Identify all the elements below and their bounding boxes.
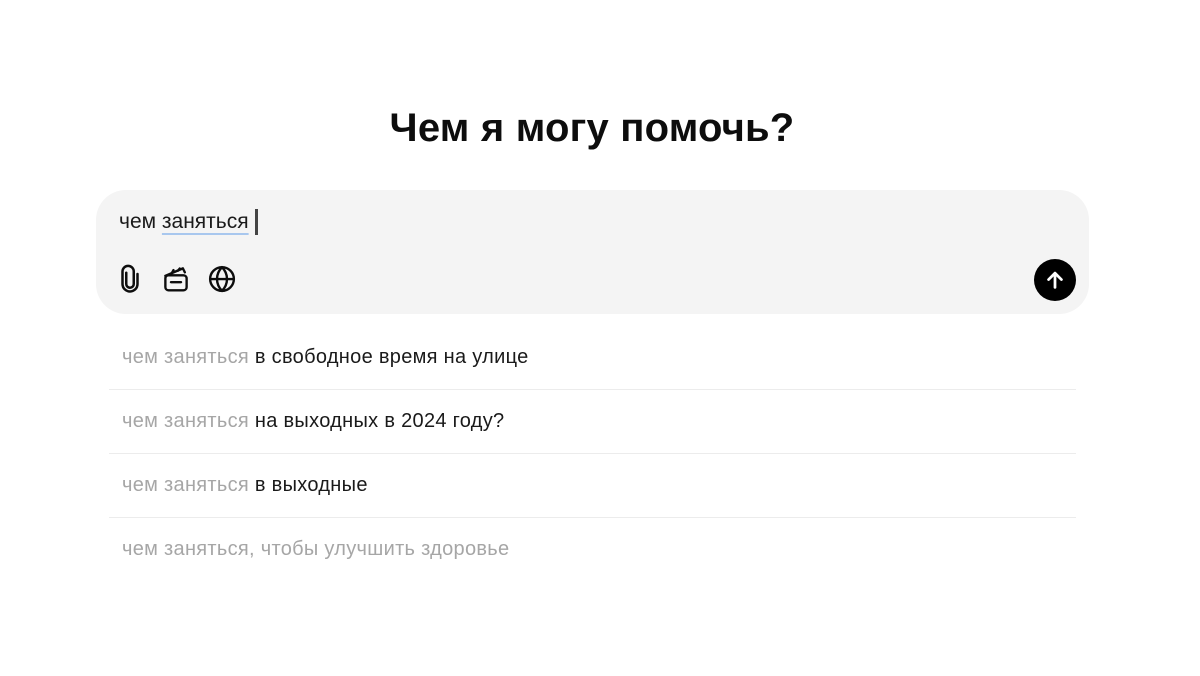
suggestion-item[interactable]: чем заняться в свободное время на улице bbox=[109, 326, 1076, 390]
suggestion-completion: в выходные bbox=[249, 474, 368, 496]
suggestion-item[interactable]: чем заняться, чтобы улучшить здоровье bbox=[109, 518, 1076, 581]
prompt-input[interactable]: чем заняться bbox=[119, 207, 258, 237]
globe-icon bbox=[208, 265, 236, 293]
tools-button[interactable] bbox=[160, 263, 192, 295]
text-caret bbox=[254, 209, 258, 235]
page-title: Чем я могу помочь? bbox=[389, 106, 795, 150]
arrow-up-icon bbox=[1047, 271, 1063, 289]
web-search-button[interactable] bbox=[206, 263, 238, 295]
suggestion-list: чем заняться в свободное время на улице … bbox=[109, 326, 1076, 581]
suggestion-prefix: чем заняться bbox=[122, 474, 250, 496]
prompt-text-word: чем bbox=[119, 210, 162, 233]
suggestion-completion: чем заняться, чтобы улучшить здоровье bbox=[122, 538, 510, 560]
composer[interactable]: чем заняться bbox=[96, 190, 1089, 314]
suggestion-completion: в свободное время на улице bbox=[249, 346, 529, 368]
clapperboard-icon bbox=[164, 267, 188, 292]
suggestion-prefix: чем заняться bbox=[122, 346, 250, 368]
paperclip-icon bbox=[121, 264, 139, 293]
suggestion-item[interactable]: чем заняться в выходные bbox=[109, 454, 1076, 518]
suggestion-completion: на выходных в 2024 году? bbox=[249, 410, 505, 432]
suggestion-item[interactable]: чем заняться на выходных в 2024 году? bbox=[109, 390, 1076, 454]
attach-button[interactable] bbox=[114, 263, 146, 295]
prompt-text-word-spellcheck: заняться bbox=[161, 210, 249, 233]
suggestion-prefix: чем заняться bbox=[122, 410, 250, 432]
send-button[interactable] bbox=[1034, 259, 1076, 301]
